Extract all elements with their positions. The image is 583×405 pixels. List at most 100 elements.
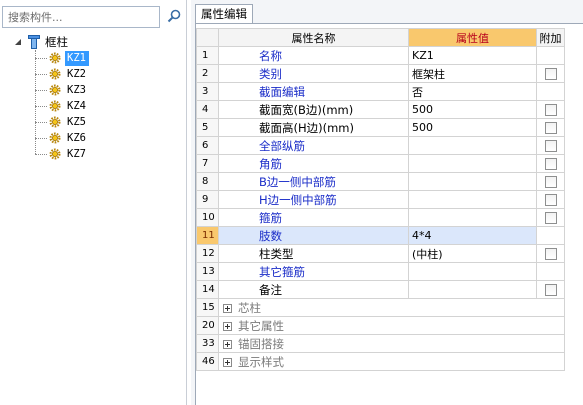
property-group-name[interactable]: 显示样式	[218, 352, 565, 371]
property-row[interactable]: 14 备注	[196, 280, 565, 299]
extra-cell	[536, 172, 565, 191]
extra-cell	[536, 262, 565, 281]
property-row[interactable]: 33 锚固搭接	[196, 334, 565, 353]
property-row[interactable]: 46 显示样式	[196, 352, 565, 371]
property-name[interactable]: 类别	[218, 64, 409, 83]
search-input[interactable]	[2, 6, 160, 28]
extra-checkbox[interactable]	[544, 176, 557, 188]
property-value[interactable]	[408, 190, 537, 209]
property-value[interactable]: 否	[408, 82, 537, 101]
property-name[interactable]: 角筋	[218, 154, 409, 173]
grid-body: 1 名称 KZ1 2 类别 框架柱 3 截面编辑否 4 截面宽(B边)(mm) 500 5 截面高(H边…	[196, 46, 565, 371]
extra-checkbox[interactable]	[544, 194, 557, 206]
extra-checkbox[interactable]	[544, 248, 557, 260]
property-row[interactable]: 5 截面高(H边)(mm) 500	[196, 118, 565, 137]
property-name[interactable]: 肢数	[218, 226, 409, 245]
extra-cell	[536, 154, 565, 173]
property-group-name[interactable]: 锚固搭接	[218, 334, 565, 353]
row-number: 12	[196, 244, 219, 263]
property-name[interactable]: H边一侧中部筋	[218, 190, 409, 209]
property-grid: 属性名称 属性值 附加 1 名称 KZ1 2 类别 框架柱 3 截面编辑否 4 截面宽(B边)(m…	[196, 28, 565, 371]
plus-expand-icon[interactable]	[223, 321, 232, 331]
property-name[interactable]: 箍筋	[218, 208, 409, 227]
property-group-label: 芯柱	[238, 300, 261, 315]
extra-checkbox[interactable]	[544, 158, 557, 170]
tree-item-kz7[interactable]: KZ7	[35, 146, 89, 162]
search-button[interactable]	[162, 6, 185, 28]
plus-expand-icon[interactable]	[223, 357, 232, 367]
property-name[interactable]: 名称	[218, 46, 409, 65]
property-row[interactable]: 9 H边一侧中部筋	[196, 190, 565, 209]
property-row[interactable]: 20 其它属性	[196, 316, 565, 335]
property-value[interactable]	[408, 136, 537, 155]
gear-icon	[48, 84, 61, 97]
property-row[interactable]: 12 柱类型 (中柱)	[196, 244, 565, 263]
property-value[interactable]: KZ1	[408, 46, 537, 65]
property-name[interactable]: 截面高(H边)(mm)	[218, 118, 409, 137]
extra-cell	[536, 190, 565, 209]
tree-item-kz2[interactable]: KZ2	[35, 66, 89, 82]
property-grid-frame: 属性名称 属性值 附加 1 名称 KZ1 2 类别 框架柱 3 截面编辑否 4 截面宽(B边)(m…	[195, 23, 583, 405]
property-name[interactable]: 全部纵筋	[218, 136, 409, 155]
tree-item-kz5[interactable]: KZ5	[35, 114, 89, 130]
property-row[interactable]: 11 肢数 4*4	[196, 226, 565, 245]
property-value[interactable]	[408, 208, 537, 227]
property-name[interactable]: 截面宽(B边)(mm)	[218, 100, 409, 119]
tree-item-kz3[interactable]: KZ3	[35, 82, 89, 98]
property-row[interactable]: 2 类别 框架柱	[196, 64, 565, 83]
row-number: 10	[196, 208, 219, 227]
property-name[interactable]: 其它箍筋	[218, 262, 409, 281]
property-value[interactable]	[408, 154, 537, 173]
tree-item-kz1[interactable]: KZ1	[35, 50, 89, 66]
property-row[interactable]: 4 截面宽(B边)(mm) 500	[196, 100, 565, 119]
collapse-triangle-icon[interactable]	[14, 38, 23, 47]
value-column-header[interactable]: 属性值	[408, 28, 537, 47]
property-name[interactable]: 备注	[218, 280, 409, 299]
property-value[interactable]: 500	[408, 118, 537, 137]
row-number: 2	[196, 64, 219, 83]
extra-checkbox[interactable]	[544, 68, 557, 80]
property-value[interactable]	[408, 280, 537, 299]
search-icon	[167, 9, 181, 26]
tree-root-node[interactable]: 框柱	[14, 34, 68, 50]
property-value[interactable]	[408, 172, 537, 191]
row-number: 1	[196, 46, 219, 65]
property-value[interactable]: 框架柱	[408, 64, 537, 83]
extra-checkbox[interactable]	[544, 140, 557, 152]
tree-item-kz6[interactable]: KZ6	[35, 130, 89, 146]
name-column-header[interactable]: 属性名称	[218, 28, 409, 47]
property-row[interactable]: 6 全部纵筋	[196, 136, 565, 155]
property-name[interactable]: 柱类型	[218, 244, 409, 263]
tree-item-label: KZ1	[65, 50, 89, 66]
property-name[interactable]: 截面编辑	[218, 82, 409, 101]
tree-item-kz4[interactable]: KZ4	[35, 98, 89, 114]
extra-checkbox[interactable]	[544, 212, 557, 224]
extra-checkbox[interactable]	[544, 104, 557, 116]
property-value[interactable]	[408, 262, 537, 281]
tab-property-edit[interactable]: 属性编辑	[195, 4, 253, 24]
gear-icon	[48, 148, 61, 161]
property-row[interactable]: 1 名称 KZ1	[196, 46, 565, 65]
property-name[interactable]: B边一侧中部筋	[218, 172, 409, 191]
property-row[interactable]: 15 芯柱	[196, 298, 565, 317]
property-value[interactable]: 500	[408, 100, 537, 119]
plus-expand-icon[interactable]	[223, 303, 232, 313]
property-value[interactable]: 4*4	[408, 226, 537, 245]
property-row[interactable]: 8 B边一侧中部筋	[196, 172, 565, 191]
property-row[interactable]: 10 箍筋	[196, 208, 565, 227]
extra-cell	[536, 208, 565, 227]
row-number-header	[196, 28, 219, 47]
property-group-name[interactable]: 芯柱	[218, 298, 565, 317]
extra-checkbox[interactable]	[544, 284, 557, 296]
tree-item-label: KZ3	[67, 83, 86, 96]
extra-checkbox[interactable]	[544, 122, 557, 134]
property-value[interactable]: (中柱)	[408, 244, 537, 263]
property-row[interactable]: 7 角筋	[196, 154, 565, 173]
property-row[interactable]: 3 截面编辑否	[196, 82, 565, 101]
row-number: 14	[196, 280, 219, 299]
extra-column-header[interactable]: 附加	[536, 28, 565, 47]
property-row[interactable]: 13 其它箍筋	[196, 262, 565, 281]
property-group-name[interactable]: 其它属性	[218, 316, 565, 335]
plus-expand-icon[interactable]	[223, 339, 232, 349]
row-number: 20	[196, 316, 219, 335]
